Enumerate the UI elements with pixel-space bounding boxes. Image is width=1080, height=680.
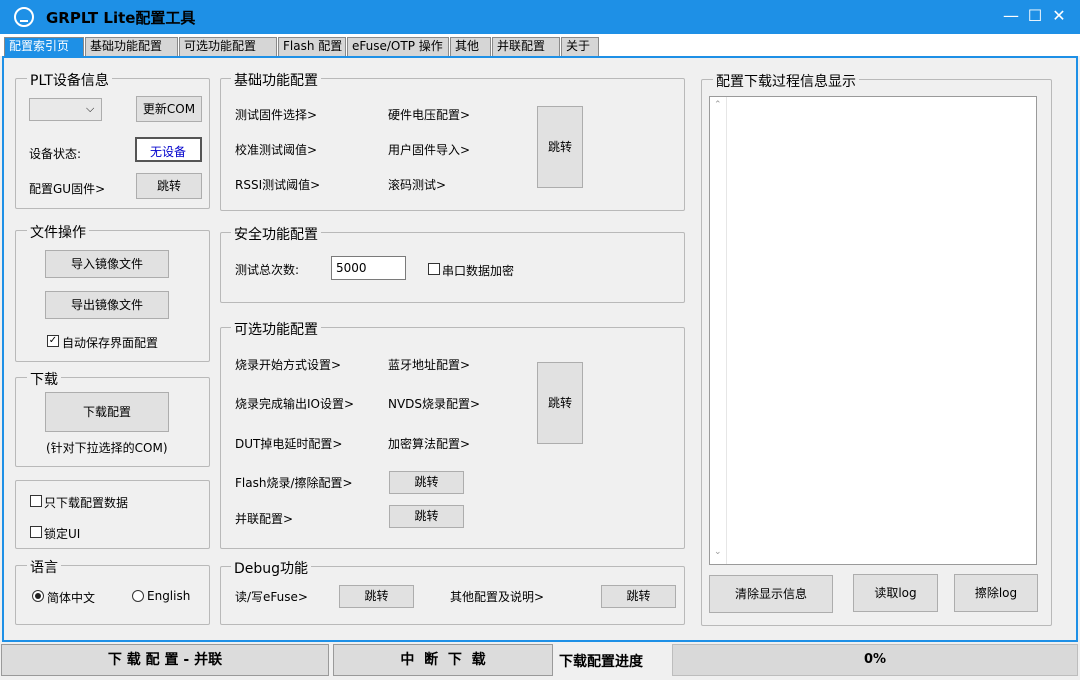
minimize-button[interactable]: —: [1000, 5, 1022, 27]
other-jump-button[interactable]: 跳转: [601, 585, 676, 608]
progress-bar: 0%: [672, 644, 1078, 676]
debug-title: Debug功能: [231, 558, 312, 578]
maximize-button[interactable]: ☐: [1024, 5, 1046, 27]
progress-value: 0%: [863, 652, 887, 667]
download-note: (针对下拉选择的COM): [46, 441, 168, 455]
lock-ui-label: 锁定UI: [44, 527, 81, 541]
user-firmware-link[interactable]: 用户固件导入>: [388, 141, 470, 158]
tab-optional-config[interactable]: 可选功能配置: [179, 37, 277, 56]
scroll-down-icon[interactable]: ⌄: [714, 547, 722, 557]
interrupt-download-button[interactable]: 中 断 下 载: [333, 644, 553, 676]
clear-log-button[interactable]: 清除显示信息: [709, 575, 833, 613]
tab-parallel-config[interactable]: 并联配置: [492, 37, 560, 56]
encrypt-algo-link[interactable]: 加密算法配置>: [388, 435, 470, 452]
download-config-button[interactable]: 下载配置: [45, 392, 169, 432]
log-scrollbar[interactable]: ⌃ ⌄: [710, 97, 727, 564]
plt-device-title: PLT设备信息: [27, 70, 112, 90]
lang-zh-radio[interactable]: [32, 590, 44, 602]
language-title: 语言: [27, 557, 61, 577]
rolling-code-link[interactable]: 滚码测试>: [388, 176, 446, 193]
serial-encrypt-checkbox[interactable]: [428, 263, 440, 275]
burn-start-mode-link[interactable]: 烧录开始方式设置>: [235, 356, 341, 373]
device-status-value: 无设备: [150, 145, 187, 159]
test-count-value: 5000: [336, 261, 367, 275]
rssi-threshold-link[interactable]: RSSI测试阈值>: [235, 176, 320, 193]
window-title: GRPLT Lite配置工具: [46, 9, 196, 27]
security-title: 安全功能配置: [231, 224, 321, 244]
bt-address-link[interactable]: 蓝牙地址配置>: [388, 356, 470, 373]
basic-jump-button[interactable]: 跳转: [537, 106, 583, 188]
device-status-field: 无设备: [135, 137, 202, 162]
device-status-label: 设备状态:: [29, 147, 82, 161]
log-title: 配置下载过程信息显示: [713, 71, 859, 91]
close-button[interactable]: ✕: [1048, 5, 1070, 27]
only-download-label: 只下载配置数据: [44, 496, 129, 510]
chevron-down-icon: ⌵: [86, 102, 95, 115]
basic-config-title: 基础功能配置: [231, 70, 321, 90]
progress-label: 下载配置进度: [559, 654, 643, 670]
other-config-link[interactable]: 其他配置及说明>: [450, 588, 544, 605]
calibration-threshold-link[interactable]: 校准测试阈值>: [235, 141, 317, 158]
hw-voltage-link[interactable]: 硬件电压配置>: [388, 106, 470, 123]
parallel-config-link[interactable]: 并联配置>: [235, 510, 293, 527]
gu-firmware-label: 配置GU固件>: [29, 182, 106, 196]
dut-power-delay-link[interactable]: DUT掉电延时配置>: [235, 435, 342, 452]
scroll-up-icon[interactable]: ⌃: [714, 100, 722, 110]
erase-log-button[interactable]: 擦除log: [954, 574, 1038, 612]
app-logo-icon: [14, 7, 34, 27]
efuse-rw-link[interactable]: 读/写eFuse>: [235, 588, 308, 605]
flash-burn-erase-link[interactable]: Flash烧录/擦除配置>: [235, 474, 353, 491]
refresh-com-button[interactable]: 更新COM: [136, 96, 202, 122]
download-title: 下载: [27, 369, 61, 389]
log-textarea[interactable]: ⌃ ⌄: [709, 96, 1037, 565]
autosave-checkbox[interactable]: ✓: [47, 335, 59, 347]
flash-jump-button[interactable]: 跳转: [389, 471, 464, 494]
read-log-button[interactable]: 读取log: [853, 574, 938, 612]
tab-basic-config[interactable]: 基础功能配置: [85, 37, 178, 56]
lock-ui-checkbox[interactable]: [30, 526, 42, 538]
nvds-burn-link[interactable]: NVDS烧录配置>: [388, 395, 480, 412]
tab-config-index[interactable]: 配置索引页: [4, 37, 84, 56]
lang-en-label: English: [147, 589, 191, 603]
only-download-checkbox[interactable]: [30, 495, 42, 507]
test-count-label: 测试总次数:: [235, 263, 300, 277]
tab-efuse-otp[interactable]: eFuse/OTP 操作: [347, 37, 449, 56]
burn-done-io-link[interactable]: 烧录完成输出IO设置>: [235, 395, 354, 412]
test-firmware-link[interactable]: 测试固件选择>: [235, 106, 317, 123]
lang-en-radio[interactable]: [132, 590, 144, 602]
tab-flash-config[interactable]: Flash 配置: [278, 37, 346, 56]
export-image-button[interactable]: 导出镜像文件: [45, 291, 169, 319]
test-count-input[interactable]: 5000: [331, 256, 406, 280]
import-image-button[interactable]: 导入镜像文件: [45, 250, 169, 278]
gu-firmware-jump-button[interactable]: 跳转: [136, 173, 202, 199]
optional-config-title: 可选功能配置: [231, 319, 321, 339]
download-parallel-button[interactable]: 下 载 配 置 - 并联: [1, 644, 329, 676]
serial-encrypt-label: 串口数据加密: [442, 264, 515, 278]
efuse-jump-button[interactable]: 跳转: [339, 585, 414, 608]
file-ops-title: 文件操作: [27, 222, 89, 242]
autosave-label: 自动保存界面配置: [62, 336, 159, 350]
optional-jump-button[interactable]: 跳转: [537, 362, 583, 444]
tab-other[interactable]: 其他: [450, 37, 491, 56]
com-select[interactable]: ⌵: [29, 98, 102, 121]
lang-zh-label: 简体中文: [47, 591, 96, 605]
parallel-jump-button[interactable]: 跳转: [389, 505, 464, 528]
tab-about[interactable]: 关于: [561, 37, 599, 56]
